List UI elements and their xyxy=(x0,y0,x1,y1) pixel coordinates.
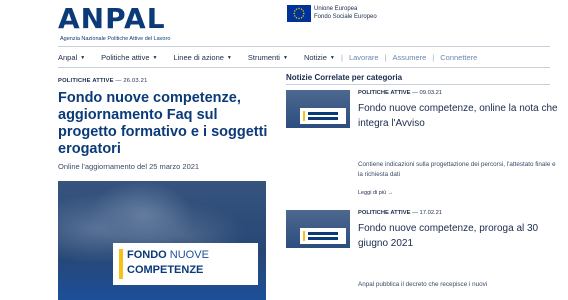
nav-item-anpal[interactable]: Anpal ▼ xyxy=(58,53,85,62)
related-card-title[interactable]: Fondo nuove competenze, online la nota c… xyxy=(358,102,558,131)
hero-accent-bar xyxy=(119,249,123,279)
article-date: — 26.03.21 xyxy=(115,78,148,84)
related-card-thumbnail[interactable] xyxy=(286,210,350,248)
chevron-down-icon: ▼ xyxy=(282,54,288,61)
chevron-down-icon: ▼ xyxy=(226,54,232,61)
nav-divider xyxy=(58,67,550,68)
logo-wordmark: ANPAL xyxy=(58,2,166,35)
link-lavorare[interactable]: Lavorare xyxy=(349,53,379,62)
related-card-description: Contiene indicazioni sulla progettazione… xyxy=(358,161,556,178)
related-divider xyxy=(286,84,550,85)
related-card-title[interactable]: Fondo nuove competenze, proroga al 30 gi… xyxy=(358,222,558,251)
link-assumere[interactable]: Assumere xyxy=(393,53,427,62)
related-card-category: POLITICHE ATTIVE — 17.02.21 xyxy=(358,210,442,216)
article-title[interactable]: Fondo nuove competenze, aggiornamento Fa… xyxy=(58,90,268,158)
read-more-link[interactable]: Leggi di più → xyxy=(358,190,393,196)
anpal-logo[interactable]: ANPAL Agenzia Nazionale Politiche Attive… xyxy=(58,2,188,44)
nav-item-linee-di-azione[interactable]: Linee di azione ▼ xyxy=(173,53,231,62)
main-nav: Anpal ▼ Politiche attive ▼ Linee di azione… xyxy=(58,53,351,62)
hero-logo-panel: FONDO NUOVE COMPETENZE xyxy=(113,243,258,285)
hero-word-fondo: FONDO xyxy=(127,249,167,261)
nav-item-label: Linee di azione xyxy=(173,53,224,62)
nav-item-label: Strumenti xyxy=(247,53,280,62)
related-card-date: — 09.03.21 xyxy=(412,90,443,96)
audience-links: | Lavorare | Assumere | Connettere xyxy=(335,53,477,62)
eu-line-2: Fondo Sociale Europeo xyxy=(314,14,377,20)
eu-funding-label: Unione Europea Fondo Sociale Europeo xyxy=(314,5,377,21)
related-card-thumbnail[interactable] xyxy=(286,90,350,128)
nav-item-label: Politiche attive xyxy=(101,53,150,62)
nav-separator: | xyxy=(341,53,343,62)
eu-line-1: Unione Europea xyxy=(314,6,358,12)
article-category-label: POLITICHE ATTIVE xyxy=(58,78,114,84)
logo-subtitle: Agenzia Nazionale Politiche Attive del L… xyxy=(60,36,171,42)
nav-item-strumenti[interactable]: Strumenti ▼ xyxy=(248,53,288,62)
related-card-category-label: POLITICHE ATTIVE xyxy=(358,90,411,96)
nav-item-notizie[interactable]: Notizie ▼ xyxy=(304,53,335,62)
article-category: POLITICHE ATTIVE — 26.03.21 xyxy=(58,78,148,84)
related-card-category-label: POLITICHE ATTIVE xyxy=(358,210,411,216)
header-divider xyxy=(58,46,550,47)
hero-word-nuove: NUOVE xyxy=(169,249,209,261)
nav-item-label: Anpal xyxy=(58,53,78,62)
related-card[interactable]: POLITICHE ATTIVE — 09.03.21 Fondo nuove … xyxy=(286,90,558,200)
link-connettere[interactable]: Connettere xyxy=(440,53,477,62)
hero-text-line-2: COMPETENZE xyxy=(127,264,204,276)
chevron-down-icon: ▼ xyxy=(152,54,158,61)
related-card-description: Anpal pubblica il decreto che recepisce … xyxy=(358,281,488,288)
thumbnail-logo xyxy=(300,108,346,124)
related-card-category: POLITICHE ATTIVE — 09.03.21 xyxy=(358,90,442,96)
nav-item-politiche-attive[interactable]: Politiche attive ▼ xyxy=(101,53,157,62)
nav-separator: | xyxy=(432,53,435,62)
eu-flag-icon xyxy=(287,5,311,22)
chevron-down-icon: ▼ xyxy=(80,54,86,61)
related-news-heading: Notizie Correlate per categoria xyxy=(286,73,403,82)
related-card-date: — 17.02.21 xyxy=(412,210,443,216)
thumbnail-logo xyxy=(300,228,346,244)
article-hero-image[interactable]: FONDO NUOVE COMPETENZE xyxy=(58,181,266,300)
nav-item-label: Notizie xyxy=(303,53,327,62)
nav-separator: | xyxy=(384,53,387,62)
hero-text-line-1: FONDO NUOVE xyxy=(127,249,209,261)
article-subtitle: Online l'aggiornamento del 25 marzo 2021 xyxy=(58,162,200,171)
related-card[interactable]: POLITICHE ATTIVE — 17.02.21 Fondo nuove … xyxy=(286,210,556,300)
